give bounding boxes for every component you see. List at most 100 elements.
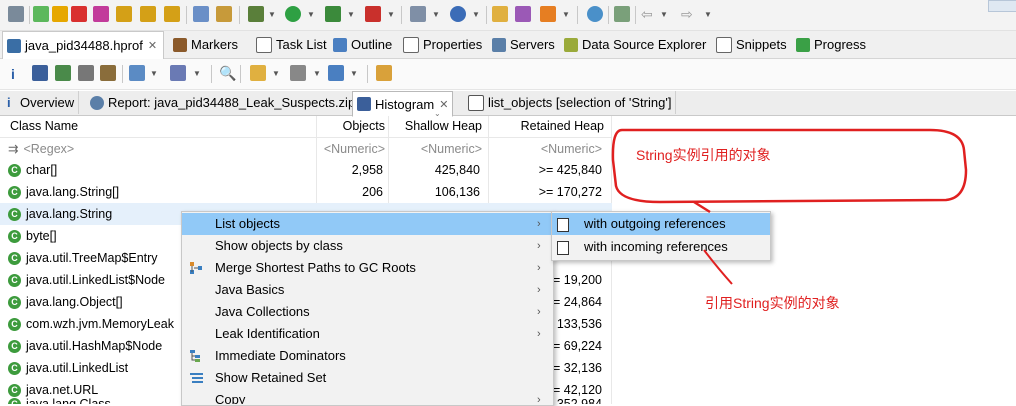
class-name: java.util.HashMap$Node bbox=[26, 339, 163, 353]
disconnect-icon[interactable] bbox=[93, 6, 109, 22]
step-into-icon[interactable] bbox=[116, 6, 132, 22]
tab-snippets[interactable]: Snippets bbox=[716, 31, 787, 58]
chevron-down-icon[interactable]: ▼ bbox=[347, 10, 355, 19]
tab-progress[interactable]: Progress bbox=[796, 31, 866, 58]
new-icon[interactable] bbox=[410, 6, 426, 22]
globe-icon[interactable] bbox=[587, 6, 603, 22]
chevron-down-icon[interactable]: ▼ bbox=[562, 10, 570, 19]
main-toolbar: ▼ ▼ ▼ ▼ ▼ ▼ ▼ ⇦ ▼ ⇨ ▼ bbox=[0, 0, 1016, 31]
search-icon[interactable] bbox=[540, 6, 556, 22]
submenu-arrow-icon: › bbox=[537, 306, 541, 318]
drop-to-frame-icon[interactable] bbox=[193, 6, 209, 22]
chevron-down-icon[interactable]: ▼ bbox=[472, 10, 480, 19]
info-icon[interactable]: i bbox=[11, 66, 15, 82]
quick-access-box[interactable] bbox=[988, 0, 1016, 12]
menu-item-show-retained-set[interactable]: Show Retained Set bbox=[182, 367, 553, 389]
export-icon[interactable] bbox=[328, 65, 344, 81]
class-icon: C bbox=[8, 273, 21, 287]
class-name: com.wzh.jvm.MemoryLeak bbox=[26, 317, 174, 331]
menu-item-leak-identification[interactable]: Leak Identification › bbox=[182, 323, 553, 345]
tab-label: Report: java_pid34488_Leak_Suspects.zip bbox=[108, 95, 356, 110]
table-row[interactable]: Cchar[] 2,958 425,840 >= 425,840 bbox=[0, 159, 612, 181]
tab-properties[interactable]: Properties bbox=[403, 31, 482, 58]
coverage-icon[interactable] bbox=[325, 6, 341, 22]
oql-icon[interactable] bbox=[78, 65, 94, 81]
filter-row[interactable]: ⇉ <Regex> <Numeric> <Numeric> <Numeric> bbox=[0, 138, 612, 160]
chevron-down-icon[interactable]: ▼ bbox=[150, 69, 158, 78]
regex-filter[interactable]: <Regex> bbox=[23, 138, 74, 160]
run-icon[interactable] bbox=[285, 6, 301, 22]
merge-paths-icon bbox=[190, 262, 202, 274]
retained-filter[interactable]: <Numeric> bbox=[490, 138, 602, 160]
tab-data-source-explorer[interactable]: Data Source Explorer bbox=[564, 31, 706, 58]
chevron-down-icon[interactable]: ▼ bbox=[272, 69, 280, 78]
tab-list-objects[interactable]: list_objects [selection of 'String'] bbox=[464, 91, 677, 114]
tab-markers[interactable]: Markers bbox=[173, 31, 238, 58]
menu-item-java-basics[interactable]: Java Basics › bbox=[182, 279, 553, 301]
chevron-down-icon[interactable]: ▼ bbox=[432, 10, 440, 19]
retained-cell: >= 170,272 bbox=[538, 185, 602, 199]
menu-item-java-collections[interactable]: Java Collections › bbox=[182, 301, 553, 323]
chevron-down-icon[interactable]: ▼ bbox=[350, 69, 358, 78]
forward-icon[interactable]: ⇨ bbox=[681, 6, 693, 23]
chevron-down-icon[interactable]: ▼ bbox=[704, 10, 712, 19]
menu-item-immediate-dominators[interactable]: Immediate Dominators bbox=[182, 345, 553, 367]
step-return-icon[interactable] bbox=[164, 6, 180, 22]
histogram-icon bbox=[357, 97, 371, 111]
search-icon[interactable]: 🔍 bbox=[219, 65, 236, 82]
editor-tab-bar: i Overview Report: java_pid34488_Leak_Su… bbox=[0, 91, 1016, 117]
open-task-icon[interactable] bbox=[515, 6, 531, 22]
close-icon[interactable]: ✕ bbox=[148, 39, 157, 52]
class-name: java.lang.Object[] bbox=[26, 295, 123, 309]
terminate-icon[interactable] bbox=[71, 6, 87, 22]
open-type-icon[interactable] bbox=[492, 6, 508, 22]
shallow-cell: 425,840 bbox=[434, 163, 480, 177]
run-report-icon[interactable] bbox=[129, 65, 145, 81]
external-tools-icon[interactable] bbox=[365, 6, 381, 22]
step-over-icon[interactable] bbox=[140, 6, 156, 22]
histogram-icon[interactable] bbox=[32, 65, 48, 81]
chevron-down-icon[interactable]: ▼ bbox=[268, 10, 276, 19]
column-header-class-name[interactable]: Class Name bbox=[10, 116, 78, 137]
tab-label: Data Source Explorer bbox=[582, 37, 707, 52]
back-icon[interactable]: ⇦ bbox=[641, 6, 653, 23]
group-by-icon[interactable] bbox=[250, 65, 266, 81]
column-header-retained-heap[interactable]: Retained Heap bbox=[490, 116, 604, 137]
table-row[interactable]: Cjava.lang.String[] 206 106,136 >= 170,2… bbox=[0, 181, 612, 203]
menu-item-label: Copy bbox=[215, 392, 246, 404]
use-step-filters-icon[interactable] bbox=[216, 6, 232, 22]
tab-servers[interactable]: Servers bbox=[492, 31, 555, 58]
column-header-shallow-heap[interactable]: Shallow Heap bbox=[388, 116, 482, 137]
annotation-icon[interactable] bbox=[614, 6, 630, 22]
chevron-down-icon[interactable]: ▼ bbox=[193, 69, 201, 78]
debug-icon[interactable] bbox=[248, 6, 264, 22]
chevron-down-icon[interactable]: ▼ bbox=[660, 10, 668, 19]
class-name: java.util.LinkedList bbox=[26, 361, 129, 375]
new-java-class-icon[interactable] bbox=[450, 6, 466, 22]
compare-icon[interactable] bbox=[376, 65, 392, 81]
menu-item-merge-shortest-paths[interactable]: Merge Shortest Paths to GC Roots › bbox=[182, 257, 553, 279]
tab-outline[interactable]: Outline bbox=[333, 31, 392, 58]
tab-task-list[interactable]: Task List bbox=[256, 31, 327, 58]
chevron-down-icon[interactable]: ▼ bbox=[313, 69, 321, 78]
calculator-icon[interactable] bbox=[290, 65, 306, 81]
dominator-tree-icon[interactable] bbox=[55, 65, 71, 81]
menu-item-copy[interactable]: Copy › bbox=[182, 389, 553, 404]
chevron-down-icon[interactable]: ▼ bbox=[387, 10, 395, 19]
query-browser-icon[interactable] bbox=[170, 65, 186, 81]
outline-icon bbox=[333, 37, 347, 52]
suspend-icon[interactable] bbox=[52, 6, 68, 22]
tab-label: Overview bbox=[20, 95, 75, 110]
tab-report[interactable]: Report: java_pid34488_Leak_Suspects.zip bbox=[86, 91, 361, 114]
column-header-objects[interactable]: Objects bbox=[316, 116, 385, 137]
menu-item-show-objects-by-class[interactable]: Show objects by class › bbox=[182, 235, 553, 257]
thread-overview-icon[interactable] bbox=[100, 65, 116, 81]
menu-item-list-objects[interactable]: List objects › bbox=[182, 213, 553, 235]
tab-hprof[interactable]: java_pid34488.hprof ✕ bbox=[2, 31, 165, 59]
tab-overview[interactable]: i Overview bbox=[7, 91, 80, 114]
objects-filter[interactable]: <Numeric> bbox=[316, 138, 385, 160]
chevron-down-icon[interactable]: ▼ bbox=[307, 10, 315, 19]
step-filters-icon[interactable] bbox=[8, 6, 24, 22]
shallow-filter[interactable]: <Numeric> bbox=[388, 138, 482, 160]
resume-icon[interactable] bbox=[33, 6, 49, 22]
